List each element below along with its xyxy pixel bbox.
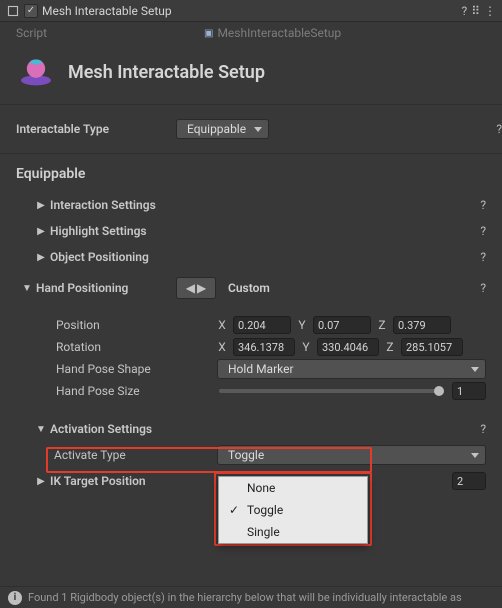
hand-pose-size-input[interactable]	[452, 382, 486, 400]
activate-type-row: Activate Type Toggle	[16, 444, 486, 466]
script-label: Script	[16, 26, 204, 40]
hand-positioning-foldout[interactable]: ▼ Hand Positioning ◀ ▶ Custom ?	[16, 274, 486, 302]
triangle-right-icon: ▶	[36, 200, 46, 211]
interactable-type-row: Interactable Type Equippable ?	[0, 105, 502, 153]
hand-pose-size-slider[interactable]	[219, 389, 444, 393]
triangle-right-icon: ▶	[36, 476, 46, 487]
activation-block: ▼ Activation Settings ? Activate Type To…	[16, 418, 486, 492]
object-positioning-foldout[interactable]: ▶ Object Positioning ?	[16, 246, 486, 268]
hand-positioning-values: Position X Y Z Rotation X Y Z Hand Pose …	[16, 308, 486, 408]
interactable-type-section: Interactable Type Equippable ?	[0, 104, 502, 153]
script-field: Script ▣ MeshInteractableSetup	[0, 22, 502, 44]
component-header-row: Mesh Interactable Setup	[0, 44, 502, 104]
triangle-right-icon: ▶	[36, 252, 46, 263]
position-row: Position X Y Z	[56, 314, 486, 336]
inspector-header: ✓ Mesh Interactable Setup ? ⠿ ⋮	[0, 0, 502, 22]
position-y-input[interactable]	[313, 316, 371, 334]
mesh-avatar-icon	[16, 54, 56, 90]
context-menu-icon[interactable]: ⋮	[484, 4, 496, 18]
hand-pose-shape-dropdown[interactable]: Hold Marker	[217, 359, 486, 379]
triangle-right-icon: ▶	[36, 226, 46, 237]
rotation-y-input[interactable]	[317, 338, 379, 356]
script-name: MeshInteractableSetup	[217, 26, 341, 40]
interactable-type-label: Interactable Type	[16, 122, 176, 136]
presets-icon[interactable]: ⠿	[471, 4, 480, 18]
hand-pose-shape-row: Hand Pose Shape Hold Marker	[56, 358, 486, 380]
rotation-x-input[interactable]	[233, 338, 295, 356]
script-value: ▣ MeshInteractableSetup	[204, 26, 341, 40]
component-title: Mesh Interactable Setup	[42, 4, 458, 18]
ik-target-count: 2	[452, 472, 486, 490]
equippable-section: Equippable ▶ Interaction Settings ? ▶ Hi…	[0, 153, 502, 496]
rotation-row: Rotation X Y Z	[56, 336, 486, 358]
status-bar: i Found 1 Rigidbody object(s) in the hie…	[0, 586, 502, 608]
next-icon[interactable]: ▶	[196, 281, 207, 295]
activate-type-dropdown[interactable]: Toggle	[217, 445, 486, 465]
help-icon[interactable]: ?	[480, 198, 486, 212]
settings-group: ▶ Interaction Settings ? ▶ Highlight Set…	[0, 182, 502, 496]
help-icon[interactable]: ?	[480, 422, 486, 436]
help-icon[interactable]: ?	[480, 224, 486, 238]
component-enabled-checkbox[interactable]: ✓	[24, 4, 38, 18]
triangle-down-icon: ▼	[22, 283, 32, 294]
status-text: Found 1 Rigidbody object(s) in the hiera…	[28, 591, 462, 604]
equippable-title: Equippable	[0, 154, 502, 182]
slider-knob[interactable]	[434, 386, 444, 396]
page-title: Mesh Interactable Setup	[68, 62, 265, 83]
triangle-down-icon: ▼	[36, 424, 46, 435]
interaction-settings-foldout[interactable]: ▶ Interaction Settings ?	[16, 194, 486, 216]
help-icon[interactable]: ?	[462, 4, 468, 18]
help-icon[interactable]: ?	[480, 250, 486, 264]
position-z-input[interactable]	[393, 316, 451, 334]
activate-option-toggle[interactable]: Toggle	[219, 499, 367, 521]
component-icon	[6, 5, 20, 17]
hand-pose-size-row: Hand Pose Size	[56, 380, 486, 402]
prev-icon[interactable]: ◀	[185, 281, 196, 295]
info-icon: i	[8, 591, 22, 605]
highlight-settings-foldout[interactable]: ▶ Highlight Settings ?	[16, 220, 486, 242]
position-x-input[interactable]	[233, 316, 291, 334]
activate-option-single[interactable]: Single	[219, 521, 367, 543]
activate-type-popup: None Toggle Single	[218, 476, 368, 544]
help-icon[interactable]: ?	[480, 281, 486, 295]
script-object-icon: ▣	[204, 28, 213, 39]
help-icon[interactable]: ?	[496, 122, 502, 136]
hand-positioning-mode: Custom	[228, 281, 270, 295]
activate-option-none[interactable]: None	[219, 477, 367, 499]
hand-positioning-stepper[interactable]: ◀ ▶	[176, 277, 216, 299]
rotation-z-input[interactable]	[401, 338, 463, 356]
activation-settings-foldout[interactable]: ▼ Activation Settings ?	[16, 418, 486, 440]
interactable-type-dropdown[interactable]: Equippable	[176, 119, 269, 139]
